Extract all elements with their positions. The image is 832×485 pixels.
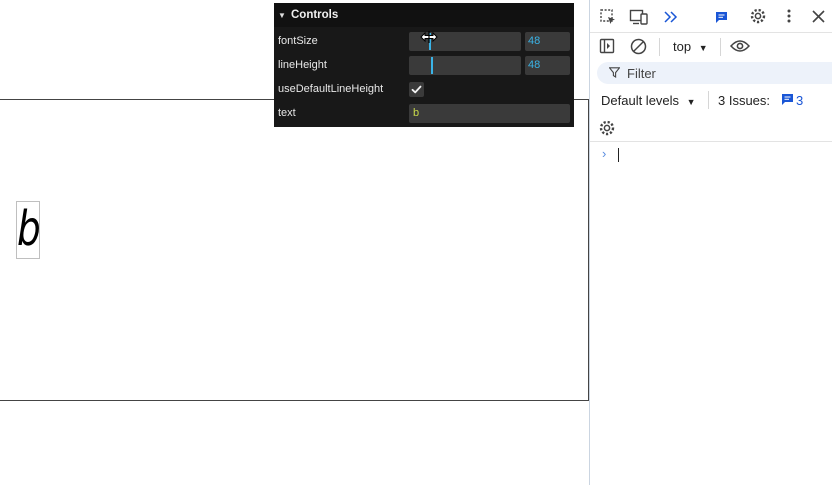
- text-label: text: [278, 107, 296, 119]
- sidebar-toggle-icon[interactable]: [598, 37, 616, 55]
- toolbar-divider: [659, 38, 660, 56]
- filter-funnel-icon: [609, 67, 620, 78]
- log-levels-label: Default levels: [601, 93, 680, 108]
- control-row-use-default-line-height: useDefaultLineHeight: [274, 77, 574, 101]
- resize-cursor-icon: [420, 31, 438, 43]
- close-icon[interactable]: [809, 7, 827, 25]
- text-input[interactable]: b: [409, 103, 570, 123]
- chevron-down-icon: ▼: [698, 43, 708, 53]
- line-height-label: lineHeight: [278, 59, 327, 71]
- control-row-font-size: fontSize 48: [274, 29, 574, 53]
- device-toolbar-icon[interactable]: [628, 7, 650, 27]
- chevron-down-icon: ▼: [278, 10, 286, 20]
- live-expression-eye-icon[interactable]: [729, 37, 751, 55]
- controls-panel: ▼ Controls fontSize 48 lineHeight 48 use…: [274, 3, 574, 127]
- devtools-panel: top ▼ Filter Default levels ▼ 3 Issues: …: [589, 0, 832, 485]
- line-height-input[interactable]: 48: [525, 55, 570, 75]
- issues-label[interactable]: 3 Issues:: [718, 93, 770, 108]
- font-size-label: fontSize: [278, 35, 318, 47]
- controls-header[interactable]: ▼ Controls: [274, 3, 574, 27]
- console-toolbar: [590, 33, 832, 60]
- more-options-icon[interactable]: [781, 6, 797, 26]
- toolbar-divider: [708, 91, 709, 109]
- control-row-text: text b: [274, 101, 574, 125]
- settings-gear-icon[interactable]: [748, 6, 768, 26]
- line-height-slider[interactable]: [409, 55, 521, 75]
- preview-canvas: [0, 99, 589, 401]
- more-tabs-chevron-icon[interactable]: [661, 6, 681, 28]
- inspect-element-icon[interactable]: [598, 7, 618, 27]
- log-levels-select[interactable]: Default levels ▼: [601, 93, 696, 108]
- console-prompt[interactable]: [590, 143, 832, 165]
- toolbar-divider: [720, 38, 721, 56]
- context-select[interactable]: top ▼: [673, 39, 708, 54]
- console-settings-gear-icon[interactable]: [597, 118, 617, 138]
- font-size-input[interactable]: 48: [525, 31, 570, 51]
- filter-placeholder: Filter: [627, 66, 656, 81]
- checkmark-icon: [411, 85, 422, 93]
- controls-title: Controls: [291, 9, 339, 21]
- issues-message-icon[interactable]: [713, 9, 729, 25]
- use-default-line-height-label: useDefaultLineHeight: [278, 83, 384, 95]
- issues-count-badge[interactable]: 3: [796, 93, 803, 108]
- control-row-line-height: lineHeight 48: [274, 53, 574, 77]
- prompt-chevron-icon: ›: [602, 146, 607, 161]
- use-default-line-height-checkbox[interactable]: [409, 81, 424, 97]
- text-cursor: [618, 148, 619, 162]
- context-select-value: top: [673, 39, 692, 54]
- filter-input[interactable]: Filter: [597, 62, 832, 84]
- chevron-down-icon: ▼: [686, 97, 696, 107]
- clear-console-icon[interactable]: [629, 37, 647, 55]
- preview-glyph: b: [17, 201, 41, 257]
- issues-badge-icon[interactable]: [780, 92, 794, 106]
- line-height-slider-thumb[interactable]: [431, 56, 433, 74]
- console-settings-row: [590, 114, 832, 142]
